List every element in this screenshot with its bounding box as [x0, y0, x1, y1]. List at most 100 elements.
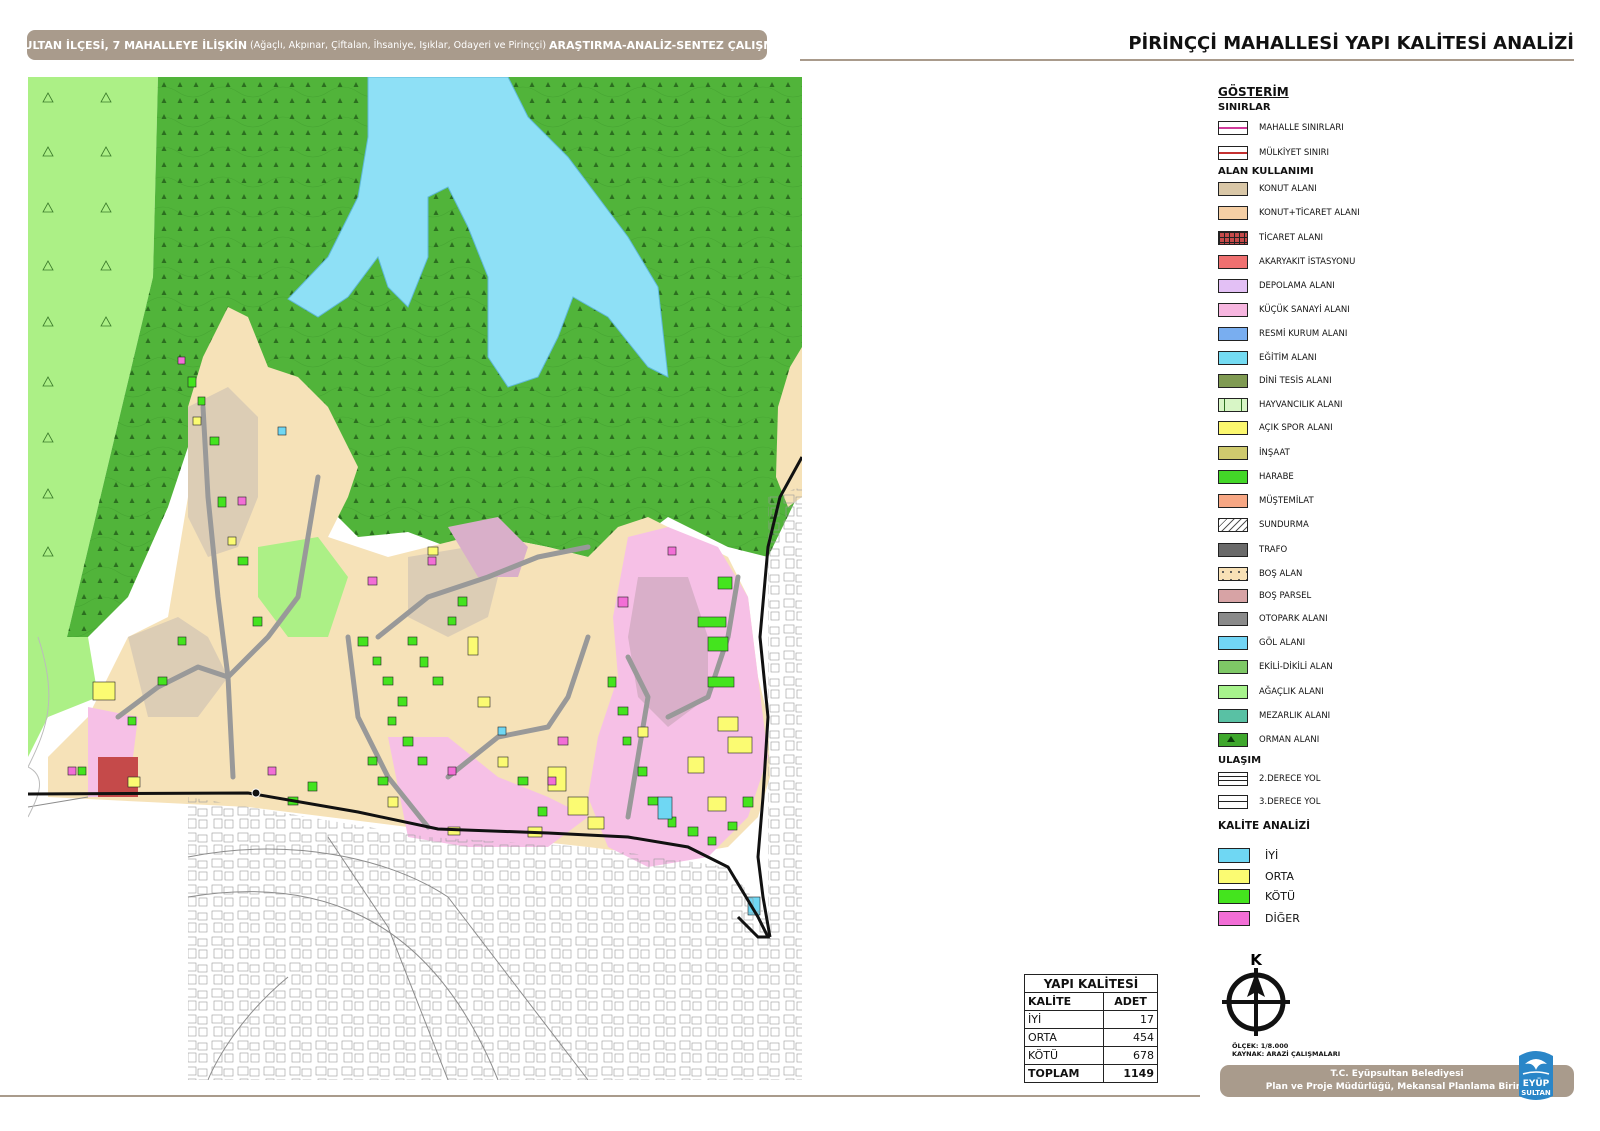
- legend-label: MEZARLIK ALANI: [1259, 711, 1331, 721]
- legend-item-land-use: KÜÇÜK SANAYİ ALANI: [1218, 301, 1350, 319]
- legend-item-land-use: TİCARET ALANI: [1218, 229, 1323, 247]
- legend-label: GÖL ALANI: [1259, 638, 1306, 648]
- project-banner: EYÜPSULTAN İLÇESİ, 7 MAHALLEYE İLİŞKİN (…: [27, 30, 767, 60]
- land-use-swatch: [1218, 612, 1248, 626]
- col-quality-header: KALİTE: [1023, 992, 1105, 1011]
- neighborhood-boundary-swatch: [1218, 121, 1248, 135]
- legend-label: BOŞ ALAN: [1259, 569, 1303, 579]
- row-count: 454: [1103, 1028, 1158, 1047]
- row-label: KÖTÜ: [1023, 1046, 1105, 1065]
- legend-item-land-use: DİNİ TESİS ALANI: [1218, 372, 1332, 390]
- row-label: İYİ: [1023, 1010, 1105, 1029]
- table-total-row: TOPLAM 1149: [1023, 1064, 1158, 1083]
- land-use-swatch: [1218, 518, 1248, 532]
- legend-item-land-use: AÇIK SPOR ALANI: [1218, 419, 1333, 437]
- legend-item-land-use: MÜŞTEMİLAT: [1218, 492, 1314, 510]
- land-use-swatch: [1218, 374, 1248, 388]
- footer-line-2: Plan ve Proje Müdürlüğü, Mekansal Planla…: [1265, 1082, 1529, 1092]
- land-use-swatch: [1218, 255, 1248, 269]
- legend-label: DİNİ TESİS ALANI: [1259, 376, 1332, 386]
- legend-item-land-use: HAYVANCILIK ALANI: [1218, 396, 1343, 414]
- legend-label: MÜŞTEMİLAT: [1259, 496, 1314, 506]
- land-use-swatch: [1218, 279, 1248, 293]
- land-use-swatch: [1218, 421, 1248, 435]
- map-svg: [28, 77, 802, 1080]
- legend-label: HARABE: [1259, 472, 1294, 482]
- row-label: ORTA: [1023, 1028, 1105, 1047]
- land-use-swatch: [1218, 398, 1248, 412]
- land-use-swatch: [1218, 709, 1248, 723]
- legend-section-transport: ULAŞIM: [1218, 755, 1262, 766]
- legend-label: KÜÇÜK SANAYİ ALANI: [1259, 305, 1350, 315]
- total-label: TOPLAM: [1023, 1064, 1105, 1083]
- property-boundary-swatch: [1218, 146, 1248, 160]
- land-use-swatch: [1218, 660, 1248, 674]
- legend-section-land-use: ALAN KULLANIMI: [1218, 166, 1314, 177]
- legend-label: DEPOLAMA ALANI: [1259, 281, 1335, 291]
- land-use-swatch: [1218, 231, 1248, 245]
- legend-label: KONUT ALANI: [1259, 184, 1317, 194]
- land-use-swatch: [1218, 446, 1248, 460]
- legend-item-land-use: BOŞ PARSEL: [1218, 587, 1311, 605]
- land-use-swatch: [1218, 733, 1248, 747]
- legend-label: AÇIK SPOR ALANI: [1259, 423, 1333, 433]
- legend-item-quality: DİĞER: [1218, 908, 1300, 928]
- legend-label: 2.DERECE YOL: [1259, 774, 1321, 784]
- quality-swatch: [1218, 868, 1250, 884]
- legend-label: DİĞER: [1265, 911, 1300, 925]
- legend-label: SUNDURMA: [1259, 520, 1309, 530]
- legend-item-land-use: İNŞAAT: [1218, 444, 1290, 462]
- map-legend: GÖSTERİM SINIRLAR MAHALLE SINIRLARI MÜLK…: [1218, 85, 1578, 965]
- legend-item-land-use: EKİLİ-DİKİLİ ALAN: [1218, 658, 1333, 676]
- source-line: KAYNAK: ARAZİ ÇALIŞMALARI: [1232, 1050, 1341, 1058]
- legend-item-land-use: RESMİ KURUM ALANI: [1218, 325, 1347, 343]
- footer-line-1: T.C. Eyüpsultan Belediyesi: [1330, 1069, 1464, 1079]
- legend-item-land-use: SUNDURMA: [1218, 516, 1309, 534]
- land-use-swatch: [1218, 327, 1248, 341]
- land-use-swatch: [1218, 470, 1248, 484]
- legend-label: 3.DERECE YOL: [1259, 797, 1321, 807]
- legend-item-land-use: DEPOLAMA ALANI: [1218, 277, 1335, 295]
- north-arrow-icon: K: [1222, 951, 1290, 1038]
- scale-info: ÖLÇEK: 1/8.000 KAYNAK: ARAZİ ÇALIŞMALARI: [1232, 1042, 1340, 1058]
- legend-title: GÖSTERİM: [1218, 85, 1289, 99]
- table-header-row: KALİTE ADET: [1023, 992, 1158, 1011]
- legend-item-quality: ORTA: [1218, 866, 1294, 886]
- legend-label: AĞAÇLIK ALANI: [1259, 687, 1324, 697]
- legend-item-tertiary-road: 3.DERECE YOL: [1218, 793, 1320, 811]
- quality-swatch: [1218, 888, 1250, 904]
- legend-item-quality: İYİ: [1218, 845, 1278, 865]
- legend-item-land-use: HARABE: [1218, 468, 1294, 486]
- legend-label: HAYVANCILIK ALANI: [1259, 400, 1343, 410]
- legend-label: ORMAN ALANI: [1259, 735, 1320, 745]
- legend-item-land-use: MEZARLIK ALANI: [1218, 707, 1330, 725]
- land-use-swatch: [1218, 685, 1248, 699]
- row-count: 678: [1103, 1046, 1158, 1065]
- legend-item-land-use: EĞİTİM ALANI: [1218, 349, 1317, 367]
- land-use-swatch: [1218, 182, 1248, 196]
- north-letter: K: [1250, 952, 1263, 969]
- legend-item-land-use: ORMAN ALANI: [1218, 731, 1319, 749]
- col-count-header: ADET: [1103, 992, 1158, 1011]
- map-canvas[interactable]: [28, 77, 802, 1080]
- quality-swatch: [1218, 847, 1250, 863]
- legend-label: TRAFO: [1259, 545, 1288, 555]
- land-use-swatch: [1218, 636, 1248, 650]
- legend-item-secondary-road: 2.DERECE YOL: [1218, 770, 1320, 788]
- legend-section-quality: KALİTE ANALİZİ: [1218, 820, 1311, 832]
- legend-item-land-use: KONUT+TİCARET ALANI: [1218, 204, 1360, 222]
- svg-text:SULTAN: SULTAN: [1521, 1089, 1551, 1097]
- legend-item-neighborhood-boundary: MAHALLE SINIRLARI: [1218, 119, 1344, 137]
- building-quality-table: YAPI KALİTESİ KALİTE ADET İYİ 17 ORTA 45…: [1023, 974, 1158, 1083]
- bottom-divider: [0, 1095, 1200, 1097]
- banner-main-text: EYÜPSULTAN İLÇESİ, 7 MAHALLEYE İLİŞKİN: [27, 38, 248, 52]
- land-use-swatch: [1218, 303, 1248, 317]
- legend-item-quality: KÖTÜ: [1218, 886, 1295, 906]
- legend-item-land-use: GÖL ALANI: [1218, 634, 1305, 652]
- legend-label: KONUT+TİCARET ALANI: [1259, 208, 1360, 218]
- legend-item-property-boundary: MÜLKİYET SINIRI: [1218, 144, 1329, 162]
- land-use-swatch: [1218, 543, 1248, 557]
- legend-label: EĞİTİM ALANI: [1259, 353, 1317, 363]
- legend-item-land-use: BOŞ ALAN: [1218, 565, 1302, 583]
- table-title: YAPI KALİTESİ: [1024, 974, 1158, 993]
